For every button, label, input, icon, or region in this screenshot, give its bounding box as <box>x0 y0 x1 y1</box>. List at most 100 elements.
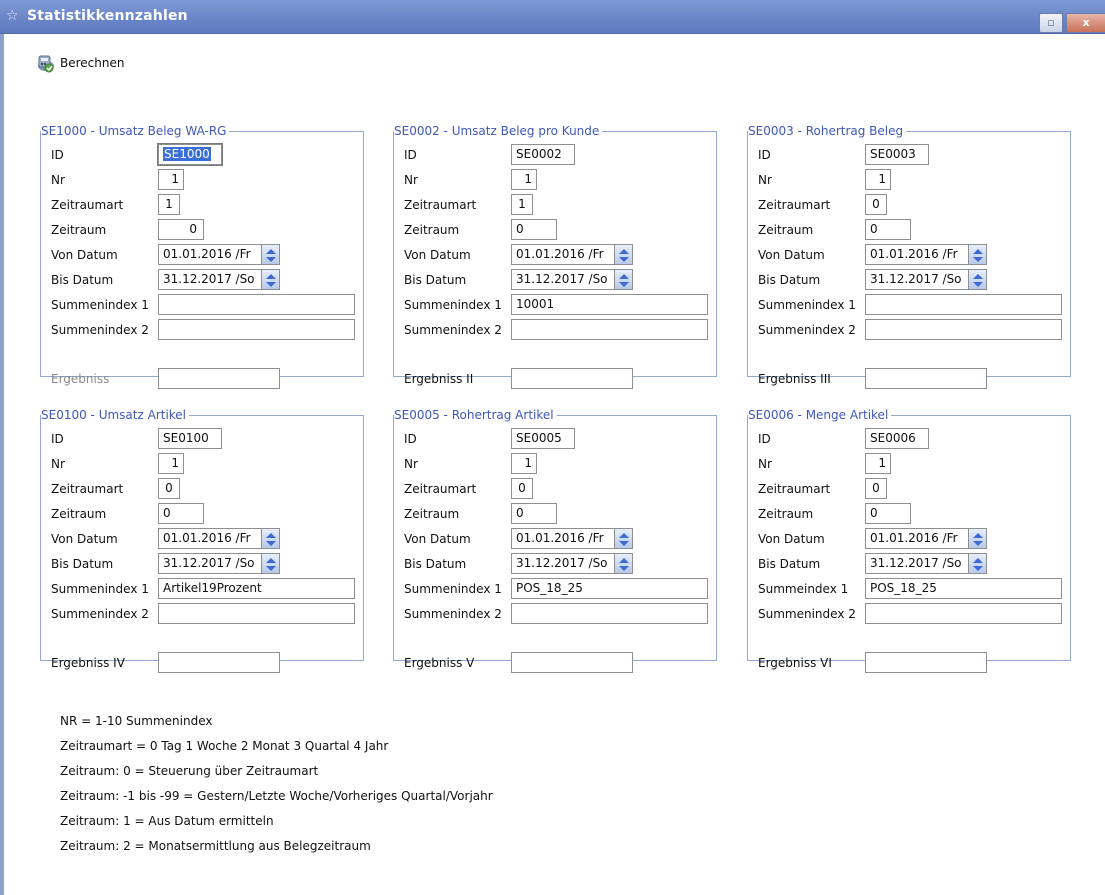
zeitraum-field[interactable]: 0 <box>158 219 204 240</box>
summenindex-2-field[interactable] <box>158 319 355 340</box>
bis-datum-row: Bis Datum 31.12.2017 /So <box>394 553 716 575</box>
ergebnis-field[interactable] <box>511 368 633 389</box>
zeitraumart-row: Zeitraumart 0 <box>41 478 363 500</box>
nr-field[interactable]: 1 <box>511 169 537 190</box>
bis-datum-row: Bis Datum 31.12.2017 /So <box>41 553 363 575</box>
nr-field[interactable]: 1 <box>158 169 184 190</box>
bis-datum-field[interactable]: 31.12.2017 /So <box>158 553 262 574</box>
bis-datum-field[interactable]: 31.12.2017 /So <box>511 553 615 574</box>
date-spinner-icon[interactable] <box>969 528 987 549</box>
ergebnis-field[interactable] <box>865 368 987 389</box>
summenindex-2-label: Summenindex 2 <box>758 607 856 621</box>
summenindex-2-field[interactable] <box>158 603 355 624</box>
von-datum-field[interactable]: 01.01.2016 /Fr <box>511 244 615 265</box>
ergebnis-row: Ergebniss IV <box>41 652 363 674</box>
date-spinner-icon[interactable] <box>969 269 987 290</box>
note-line: Zeitraum: 2 = Monatsermittlung aus Beleg… <box>60 839 371 853</box>
date-spinner-icon[interactable] <box>262 244 280 265</box>
summenindex-1-field[interactable] <box>865 294 1062 315</box>
date-spinner-icon[interactable] <box>262 528 280 549</box>
zeitraumart-field[interactable]: 0 <box>865 478 887 499</box>
date-spinner-icon[interactable] <box>262 269 280 290</box>
von-datum-label: Von Datum <box>51 248 118 262</box>
panel-se0003: SE0003 - Rohertrag Beleg ID SE0003 Nr 1 Zeitr… <box>747 124 1071 389</box>
date-spinner-icon[interactable] <box>615 269 633 290</box>
summenindex-1-field[interactable]: 10001 <box>511 294 708 315</box>
date-spinner-icon[interactable] <box>615 528 633 549</box>
bis-datum-field[interactable]: 31.12.2017 /So <box>511 269 615 290</box>
star-icon[interactable]: ☆ <box>6 8 19 24</box>
date-spinner-icon[interactable] <box>615 244 633 265</box>
id-label: ID <box>404 432 417 446</box>
nr-field[interactable]: 1 <box>865 453 891 474</box>
id-row: ID SE0006 <box>748 428 1070 450</box>
bis-datum-field[interactable]: 31.12.2017 /So <box>865 553 969 574</box>
zeitraumart-field[interactable]: 0 <box>865 194 887 215</box>
nr-field[interactable]: 1 <box>158 453 184 474</box>
date-spinner-icon[interactable] <box>969 553 987 574</box>
ergebnis-label: Ergebniss IV <box>51 656 125 670</box>
id-field[interactable]: SE0003 <box>865 144 929 165</box>
summenindex-1-label: Summeindex 1 <box>758 582 849 596</box>
date-spinner-icon[interactable] <box>615 553 633 574</box>
von-datum-field[interactable]: 01.01.2016 /Fr <box>865 244 969 265</box>
summenindex-1-field[interactable]: POS_18_25 <box>511 578 708 599</box>
ergebnis-field[interactable] <box>158 368 280 389</box>
ergebnis-field[interactable] <box>511 652 633 673</box>
zeitraum-row: Zeitraum 0 <box>41 219 363 241</box>
zeitraum-field[interactable]: 0 <box>865 503 911 524</box>
id-field[interactable]: SE0005 <box>511 428 575 449</box>
ergebnis-field[interactable] <box>158 652 280 673</box>
calculate-button[interactable]: Berechnen <box>34 52 124 74</box>
id-field[interactable]: SE0100 <box>158 428 222 449</box>
id-label: ID <box>51 432 64 446</box>
bis-datum-label: Bis Datum <box>404 273 467 287</box>
von-datum-field[interactable]: 01.01.2016 /Fr <box>158 528 262 549</box>
id-field[interactable]: SE0006 <box>865 428 929 449</box>
summenindex-2-field[interactable] <box>865 603 1062 624</box>
date-spinner-icon[interactable] <box>262 553 280 574</box>
title-bar: ☆ Statistikkennzahlen ▫ x <box>0 0 1105 34</box>
date-spinner-icon[interactable] <box>969 244 987 265</box>
close-button[interactable]: x <box>1066 13 1105 33</box>
summenindex-1-field[interactable] <box>158 294 355 315</box>
id-row: ID SE1000 <box>41 143 363 166</box>
von-datum-field[interactable]: 01.01.2016 /Fr <box>865 528 969 549</box>
bis-datum-field[interactable]: 31.12.2017 /So <box>865 269 969 290</box>
zeitraum-field[interactable]: 0 <box>158 503 204 524</box>
zeitraum-field[interactable]: 0 <box>511 219 557 240</box>
summenindex-1-field[interactable]: POS_18_25 <box>865 578 1062 599</box>
nr-field[interactable]: 1 <box>511 453 537 474</box>
zeitraumart-row: Zeitraumart 0 <box>748 478 1070 500</box>
ergebnis-label: Ergebniss III <box>758 372 831 386</box>
von-datum-field[interactable]: 01.01.2016 /Fr <box>158 244 262 265</box>
summenindex-2-field[interactable] <box>865 319 1062 340</box>
restore-button[interactable]: ▫ <box>1039 13 1063 33</box>
von-datum-row: Von Datum 01.01.2016 /Fr <box>394 244 716 266</box>
zeitraum-label: Zeitraum <box>51 223 107 237</box>
id-field[interactable]: SE0002 <box>511 144 575 165</box>
zeitraumart-field[interactable]: 1 <box>511 194 533 215</box>
zeitraum-field[interactable]: 0 <box>865 219 911 240</box>
von-datum-field[interactable]: 01.01.2016 /Fr <box>511 528 615 549</box>
von-datum-row: Von Datum 01.01.2016 /Fr <box>748 244 1070 266</box>
ergebnis-field[interactable] <box>865 652 987 673</box>
bis-datum-row: Bis Datum 31.12.2017 /So <box>748 269 1070 291</box>
summenindex-1-field[interactable]: Artikel19Prozent <box>158 578 355 599</box>
zeitraumart-field[interactable]: 0 <box>511 478 533 499</box>
summenindex-1-row: Summenindex 1 POS_18_25 <box>394 578 716 600</box>
zeitraum-row: Zeitraum 0 <box>394 219 716 241</box>
panel-title: SE0005 - Rohertrag Artikel <box>394 408 557 422</box>
zeitraumart-field[interactable]: 0 <box>158 478 180 499</box>
id-field[interactable]: SE1000 <box>157 143 223 166</box>
nr-field[interactable]: 1 <box>865 169 891 190</box>
summenindex-1-label: Summenindex 1 <box>758 298 856 312</box>
nr-label: Nr <box>51 457 65 471</box>
zeitraum-field[interactable]: 0 <box>511 503 557 524</box>
zeitraumart-field[interactable]: 1 <box>158 194 180 215</box>
bis-datum-field[interactable]: 31.12.2017 /So <box>158 269 262 290</box>
summenindex-2-field[interactable] <box>511 319 708 340</box>
von-datum-row: Von Datum 01.01.2016 /Fr <box>394 528 716 550</box>
summenindex-2-field[interactable] <box>511 603 708 624</box>
bis-datum-row: Bis Datum 31.12.2017 /So <box>394 269 716 291</box>
